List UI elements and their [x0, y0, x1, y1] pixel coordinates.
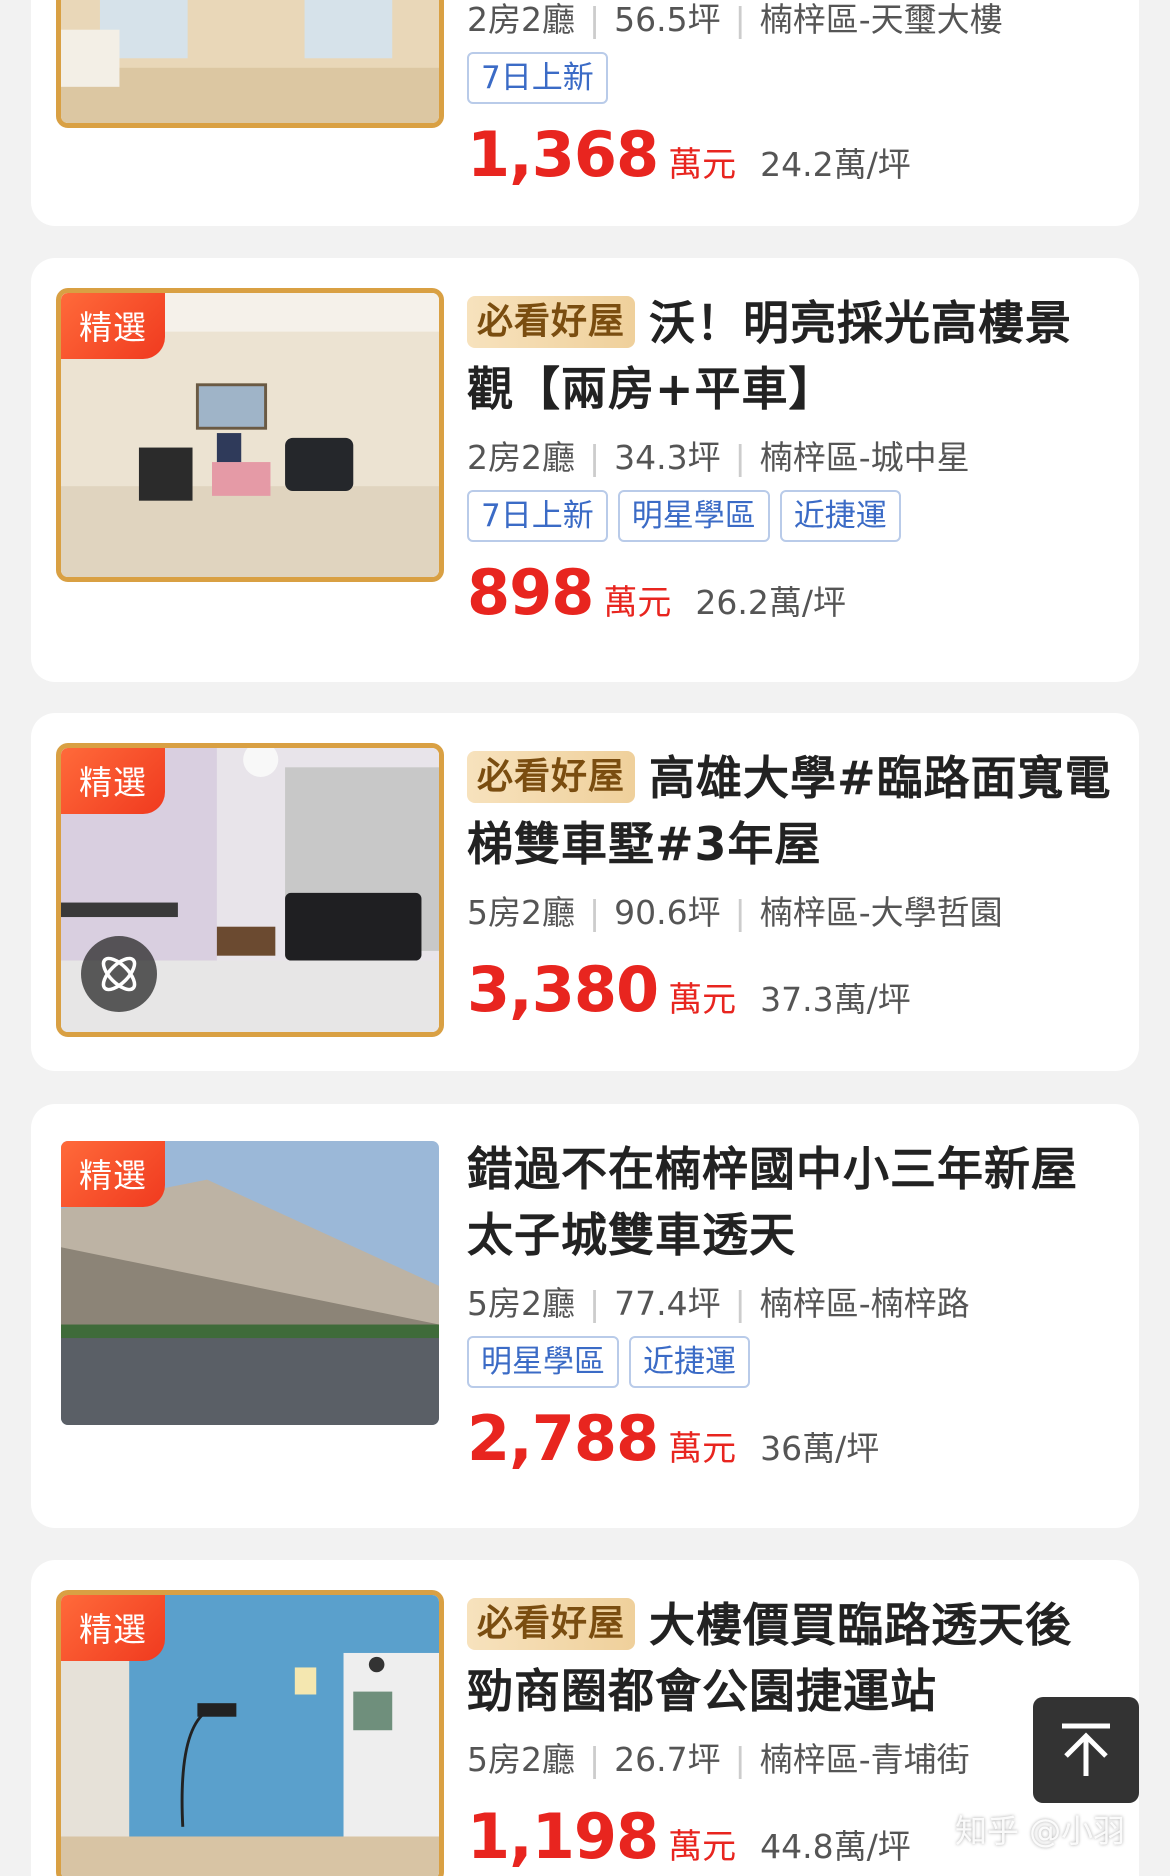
price: 2,788	[467, 1402, 659, 1475]
price-unit: 萬元	[668, 1429, 737, 1469]
listing-photo[interactable]	[56, 0, 444, 128]
price-unit: 萬元	[668, 1827, 737, 1867]
tag-new: 7日上新	[467, 490, 608, 542]
tag-list: 明星學區 近捷運	[467, 1336, 1115, 1388]
tag-metro: 近捷運	[779, 490, 901, 542]
listing-title[interactable]: 必看好屋 高雄大學#臨路面寬電梯雙車墅#3年屋	[467, 745, 1115, 877]
must-see-badge: 必看好屋	[467, 1598, 636, 1650]
location: 楠梓區-青埔街	[759, 1740, 970, 1779]
tag-new: 7日上新	[467, 52, 608, 104]
vr-icon[interactable]	[81, 936, 157, 1012]
listing-photo[interactable]: 精選	[56, 1136, 444, 1430]
price-row: 3,380 萬元 37.3萬/坪	[467, 953, 1115, 1026]
rooms: 5房2廳	[467, 893, 575, 932]
must-see-badge: 必看好屋	[467, 296, 636, 348]
location: 楠梓區-大學哲園	[759, 893, 1003, 932]
listing-card[interactable]: 精選 必看好屋 沃！明亮採光高樓景觀【兩房+平車】 2房2廳 | 34.3坪 | 楠梓區-…	[31, 258, 1139, 682]
price-per-ping: 44.8萬/坪	[760, 1827, 911, 1866]
area: 77.4坪	[614, 1284, 721, 1323]
tag-list: 7日上新 明星學區 近捷運	[467, 490, 1115, 542]
price: 3,380	[467, 953, 659, 1026]
location: 楠梓區-楠梓路	[759, 1284, 970, 1323]
area: 90.6坪	[614, 893, 721, 932]
tag-school: 明星學區	[467, 1336, 619, 1388]
rooms: 2房2廳	[467, 0, 575, 39]
listing-title-text: 錯過不在楠梓國中小三年新屋太子城雙車透天	[467, 1142, 1078, 1262]
listing-page: 2房2廳 | 56.5坪 | 楠梓區-天璽大樓 7日上新 1,368 萬元 24.2萬/坪	[0, 0, 1170, 1876]
price-unit: 萬元	[668, 980, 737, 1020]
listing-meta: 5房2廳 | 26.7坪 | 楠梓區-青埔街	[467, 1740, 970, 1779]
price-row: 1,368 萬元 24.2萬/坪	[467, 118, 1115, 191]
listing-meta: 2房2廳 | 56.5坪 | 楠梓區-天璽大樓	[467, 0, 1003, 39]
featured-badge: 精選	[61, 293, 165, 359]
rooms: 5房2廳	[467, 1284, 575, 1323]
listing-title[interactable]: 錯過不在楠梓國中小三年新屋太子城雙車透天	[467, 1136, 1115, 1268]
listing-meta: 2房2廳 | 34.3坪 | 楠梓區-城中星	[467, 438, 970, 477]
tag-school: 明星學區	[617, 490, 770, 542]
featured-badge: 精選	[61, 1595, 165, 1661]
listing-card[interactable]: 2房2廳 | 56.5坪 | 楠梓區-天璽大樓 7日上新 1,368 萬元 24.2萬/坪	[31, 0, 1139, 226]
price-unit: 萬元	[668, 145, 737, 185]
area: 34.3坪	[614, 438, 721, 477]
rooms: 5房2廳	[467, 1740, 575, 1779]
arrow-up-icon	[1062, 1723, 1110, 1776]
must-see-badge: 必看好屋	[467, 751, 636, 803]
listing-photo[interactable]: 精選	[56, 743, 444, 1037]
location: 楠梓區-天璽大樓	[759, 0, 1003, 39]
watermark: 知乎 @小羽	[955, 1812, 1126, 1850]
tag-metro: 近捷運	[629, 1336, 750, 1388]
price: 1,198	[467, 1800, 659, 1873]
area: 56.5坪	[614, 0, 721, 39]
price-per-ping: 36萬/坪	[760, 1429, 880, 1468]
listing-meta: 5房2廳 | 77.4坪 | 楠梓區-楠梓路	[467, 1284, 970, 1323]
area: 26.7坪	[614, 1740, 721, 1779]
listing-card[interactable]: 精選 必看好屋 高雄大學#臨路面寬電梯雙車墅#3年屋 5房2廳 | 90.6坪 | 楠梓區…	[31, 713, 1139, 1071]
price-row: 898 萬元 26.2萬/坪	[467, 556, 1115, 629]
listing-title[interactable]: 必看好屋 大樓價買臨路透天後勁商圈都會公園捷運站	[467, 1592, 1115, 1724]
listing-photo[interactable]: 精選	[56, 1590, 444, 1876]
price-row: 2,788 萬元 36萬/坪	[467, 1402, 1115, 1475]
listing-meta: 5房2廳 | 90.6坪 | 楠梓區-大學哲園	[467, 893, 1003, 932]
price-per-ping: 37.3萬/坪	[760, 980, 911, 1019]
price-per-ping: 26.2萬/坪	[695, 583, 847, 622]
price: 1,368	[467, 118, 659, 191]
price-per-ping: 24.2萬/坪	[760, 145, 911, 184]
listing-title[interactable]: 必看好屋 沃！明亮採光高樓景觀【兩房+平車】	[467, 290, 1115, 422]
tag-list: 7日上新	[467, 52, 1115, 104]
featured-badge: 精選	[61, 748, 165, 814]
price: 898	[467, 556, 594, 629]
price-unit: 萬元	[603, 583, 672, 623]
listing-card[interactable]: 精選 錯過不在楠梓國中小三年新屋太子城雙車透天 5房2廳 | 77.4坪 | 楠梓區-楠…	[31, 1104, 1139, 1528]
back-to-top-button[interactable]	[1033, 1697, 1139, 1803]
listing-photo[interactable]: 精選	[56, 288, 444, 582]
featured-badge: 精選	[61, 1141, 165, 1207]
rooms: 2房2廳	[467, 438, 575, 477]
location: 楠梓區-城中星	[759, 438, 970, 477]
